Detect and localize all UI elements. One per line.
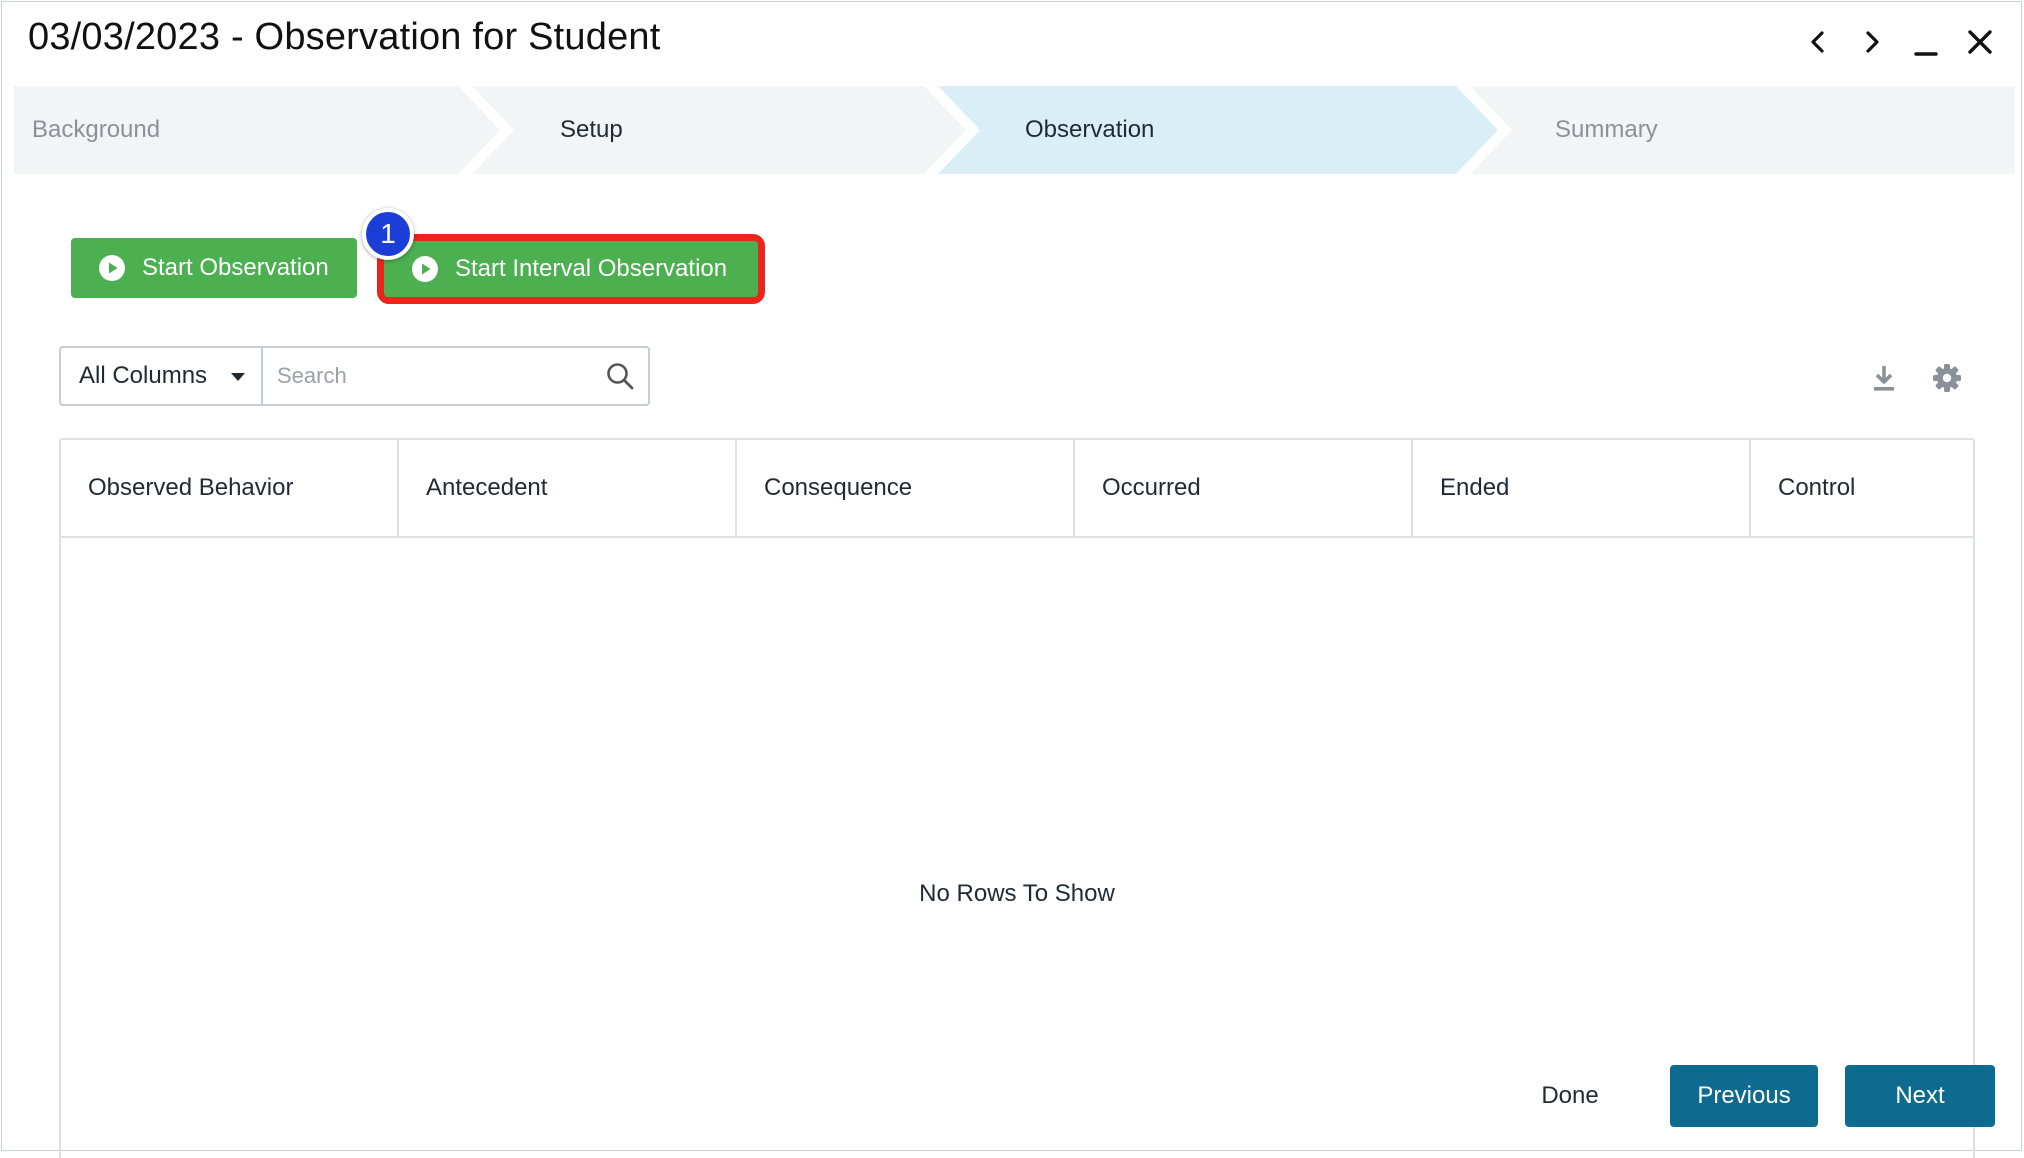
- grid-header-row: Observed Behavior Antecedent Consequence…: [61, 440, 1973, 538]
- step-setup[interactable]: Setup: [560, 86, 623, 174]
- search-button[interactable]: [592, 348, 648, 404]
- start-observation-label: Start Observation: [142, 254, 329, 281]
- done-button[interactable]: Done: [1514, 1065, 1626, 1127]
- search-icon: [607, 363, 634, 390]
- step-background[interactable]: Background: [32, 86, 160, 174]
- column-header-consequence[interactable]: Consequence: [737, 440, 1075, 536]
- stepper-shapes: [14, 86, 2015, 174]
- step-summary[interactable]: Summary: [1555, 86, 1658, 174]
- observations-grid: Observed Behavior Antecedent Consequence…: [59, 438, 1975, 1158]
- step-observation[interactable]: Observation: [1025, 86, 1154, 174]
- chevron-right-icon: [1866, 31, 1879, 53]
- play-circle-icon: [412, 256, 438, 282]
- callout-badge: 1: [362, 208, 414, 260]
- column-header-antecedent[interactable]: Antecedent: [399, 440, 737, 536]
- empty-grid-message: No Rows To Show: [919, 880, 1115, 907]
- previous-button[interactable]: Previous: [1670, 1065, 1818, 1127]
- column-header-control[interactable]: Control: [1751, 440, 1973, 536]
- column-header-observed-behavior[interactable]: Observed Behavior: [61, 440, 399, 536]
- step-shape-summary: [1470, 86, 2015, 174]
- column-header-ended[interactable]: Ended: [1413, 440, 1751, 536]
- search-input[interactable]: [263, 348, 592, 404]
- play-circle-icon: [99, 255, 125, 281]
- close-icon: [1968, 30, 1992, 54]
- previous-record-button[interactable]: [1803, 24, 1833, 60]
- chevron-left-icon: [1811, 31, 1824, 53]
- minimize-icon: [1914, 52, 1938, 56]
- window-controls: [1803, 24, 1995, 60]
- column-filter-select[interactable]: All Columns: [61, 348, 263, 404]
- caret-down-icon: [231, 373, 245, 381]
- start-interval-observation-label: Start Interval Observation: [455, 255, 728, 282]
- wizard-stepper: Background Setup Observation Summary: [14, 86, 2015, 174]
- start-interval-observation-button[interactable]: Start Interval Observation: [384, 241, 758, 297]
- next-button[interactable]: Next: [1845, 1065, 1995, 1127]
- gear-icon[interactable]: [1931, 362, 1963, 394]
- minimize-button[interactable]: [1911, 24, 1941, 60]
- next-record-button[interactable]: [1857, 24, 1887, 60]
- search-bar: All Columns: [59, 346, 650, 406]
- column-header-occurred[interactable]: Occurred: [1075, 440, 1413, 536]
- step-shape-observation: [938, 86, 1498, 174]
- download-icon[interactable]: [1868, 362, 1900, 394]
- observation-window: 03/03/2023 - Observation for Student Bac…: [1, 1, 2022, 1158]
- window-title: 03/03/2023 - Observation for Student: [28, 16, 661, 58]
- step-shape-setup: [472, 86, 966, 174]
- column-filter-value: All Columns: [79, 362, 208, 389]
- close-button[interactable]: [1965, 24, 1995, 60]
- start-observation-button[interactable]: Start Observation: [71, 238, 357, 298]
